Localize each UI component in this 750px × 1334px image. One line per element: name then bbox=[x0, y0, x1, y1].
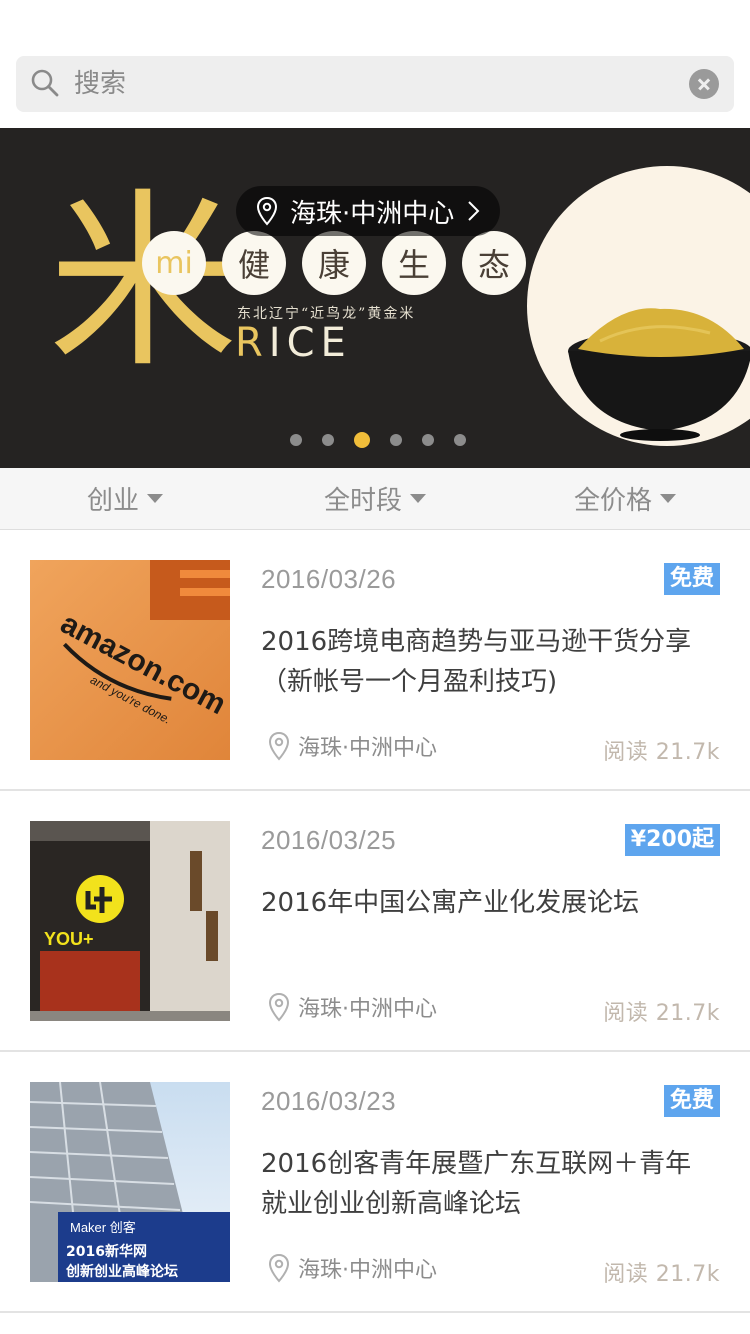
caret-down-icon bbox=[147, 494, 163, 503]
carousel-dot-active[interactable] bbox=[354, 432, 370, 448]
event-date: 2016/03/23 bbox=[261, 1086, 397, 1116]
location-pin-icon bbox=[268, 1253, 290, 1283]
banner-circle: 生 bbox=[382, 231, 446, 295]
event-location-label: 海珠·中洲中心 bbox=[298, 736, 437, 761]
event-row[interactable]: YOU+ 2016/03/25 ¥200起 2016年中国公寓产业化发展论坛 海… bbox=[0, 791, 750, 1052]
carousel-dot[interactable] bbox=[322, 434, 334, 446]
thumb-brand-sub: 创新创业高峰论坛 bbox=[65, 1263, 178, 1280]
event-row[interactable]: amazon.com and you're done. 2016/03/26 免… bbox=[0, 530, 750, 791]
svg-text:Maker 创客: Maker 创客 bbox=[70, 1220, 136, 1235]
location-pin-icon bbox=[268, 992, 290, 1022]
event-title[interactable]: 2016创客青年展暨广东互联网＋青年就业创业创新高峰论坛 bbox=[261, 1144, 701, 1224]
thumb-brand-text: YOU+ bbox=[44, 929, 94, 949]
banner-circle: 健 bbox=[222, 231, 286, 295]
carousel-dots bbox=[290, 432, 466, 448]
event-date: 2016/03/26 bbox=[261, 564, 397, 594]
price-badge: ¥200起 bbox=[624, 824, 720, 856]
event-thumbnail: YOU+ bbox=[30, 821, 230, 1021]
event-title[interactable]: 2016跨境电商趋势与亚马逊干货分享（新帐号一个月盈利技巧) bbox=[261, 622, 701, 702]
filter-time[interactable]: 全时段 bbox=[250, 468, 500, 529]
filter-time-label: 全时段 bbox=[323, 486, 402, 516]
search-input[interactable] bbox=[74, 64, 654, 104]
rice-bowl-image bbox=[568, 308, 750, 441]
price-badge: 免费 bbox=[663, 1085, 720, 1117]
banner-rice-r: R bbox=[235, 320, 269, 366]
event-location: 海珠·中洲中心 bbox=[268, 730, 437, 762]
search-icon bbox=[31, 69, 59, 97]
banner-rice-text: RICE bbox=[235, 320, 352, 366]
event-row[interactable]: Maker 创客 2016新华网 创新创业高峰论坛 2016/03/23 免费 … bbox=[0, 1052, 750, 1313]
filter-price[interactable]: 全价格 bbox=[500, 468, 750, 529]
carousel-dot[interactable] bbox=[454, 434, 466, 446]
event-list: amazon.com and you're done. 2016/03/26 免… bbox=[0, 530, 750, 1313]
carousel-dot[interactable] bbox=[390, 434, 402, 446]
filter-price-label: 全价格 bbox=[573, 486, 652, 516]
search-header bbox=[0, 0, 750, 128]
event-views: 阅读 21.7k bbox=[603, 1262, 720, 1287]
banner-circle: 康 bbox=[302, 231, 366, 295]
event-thumbnail: amazon.com and you're done. bbox=[30, 560, 230, 760]
event-location-label: 海珠·中洲中心 bbox=[298, 997, 437, 1022]
caret-down-icon bbox=[660, 494, 676, 503]
event-location: 海珠·中洲中心 bbox=[268, 991, 437, 1023]
chevron-right-icon bbox=[468, 201, 480, 221]
filter-category-label: 创业 bbox=[86, 486, 139, 516]
price-badge: 免费 bbox=[663, 563, 720, 595]
event-thumbnail: Maker 创客 2016新华网 创新创业高峰论坛 bbox=[30, 1082, 230, 1282]
caret-down-icon bbox=[410, 494, 426, 503]
carousel-dot[interactable] bbox=[290, 434, 302, 446]
event-location: 海珠·中洲中心 bbox=[268, 1252, 437, 1284]
thumb-brand-text: 2016新华网 bbox=[66, 1243, 147, 1260]
event-views: 阅读 21.7k bbox=[603, 1001, 720, 1026]
banner-circle: 态 bbox=[462, 231, 526, 295]
location-pin-icon bbox=[256, 196, 278, 226]
banner-circles: mi 健 康 生 态 bbox=[142, 231, 526, 295]
event-views: 阅读 21.7k bbox=[603, 740, 720, 765]
banner-rice-rest: ICE bbox=[268, 320, 352, 366]
event-title[interactable]: 2016年中国公寓产业化发展论坛 bbox=[261, 883, 701, 923]
filter-bar: 创业 全时段 全价格 bbox=[0, 468, 750, 530]
location-pin-icon bbox=[268, 731, 290, 761]
carousel-dot[interactable] bbox=[422, 434, 434, 446]
promo-banner[interactable]: 米 mi 健 康 生 态 海珠·中洲中心 东北辽宁“近鸟龙”黄金米 RICE bbox=[0, 128, 750, 468]
banner-location-label: 海珠·中洲中心 bbox=[290, 198, 455, 229]
event-location-label: 海珠·中洲中心 bbox=[298, 1258, 437, 1283]
banner-circle-mi: mi bbox=[142, 231, 206, 295]
banner-location-pill[interactable]: 海珠·中洲中心 bbox=[236, 186, 501, 236]
clear-icon[interactable] bbox=[689, 69, 719, 99]
event-date: 2016/03/25 bbox=[261, 825, 397, 855]
filter-category[interactable]: 创业 bbox=[0, 468, 250, 529]
